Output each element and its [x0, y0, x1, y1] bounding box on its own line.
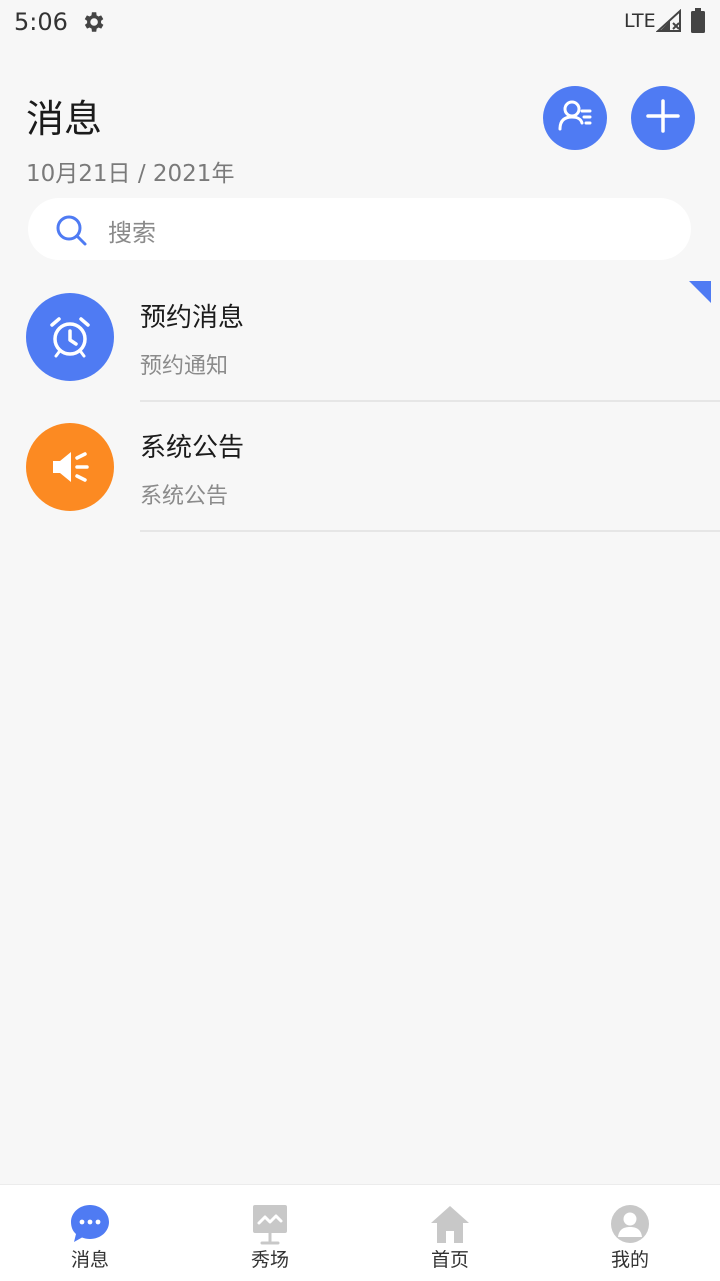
signal-icon — [655, 8, 682, 33]
contacts-button[interactable] — [543, 86, 607, 150]
message-title: 系统公告 — [140, 433, 245, 463]
tab-label: 秀场 — [250, 1249, 289, 1271]
tab-label: 我的 — [610, 1249, 649, 1271]
message-item-announcement[interactable]: 系统公告 系统公告 — [0, 402, 720, 532]
divider — [140, 530, 720, 532]
tab-profile[interactable]: 我的 — [540, 1185, 720, 1281]
tab-messages[interactable]: 消息 — [0, 1185, 180, 1281]
message-title: 预约消息 — [140, 303, 245, 333]
page-date: 10月21日 / 2021年 — [26, 161, 235, 187]
profile-icon — [609, 1203, 651, 1245]
battery-icon — [690, 8, 706, 34]
network-type: LTE — [624, 10, 656, 32]
message-subtitle: 预约通知 — [140, 354, 229, 379]
tab-show[interactable]: 秀场 — [180, 1185, 360, 1281]
search-icon — [54, 213, 88, 247]
tab-label: 首页 — [430, 1249, 469, 1271]
add-button[interactable] — [631, 86, 695, 150]
plus-icon — [644, 97, 682, 139]
tab-label: 消息 — [70, 1249, 109, 1271]
status-time: 5:06 — [14, 8, 68, 36]
tab-home[interactable]: 首页 — [360, 1185, 540, 1281]
speaker-icon — [26, 423, 114, 511]
status-bar: 5:06 LTE — [0, 0, 720, 44]
unread-corner-icon — [689, 281, 711, 303]
search-bar[interactable]: 搜索 — [28, 198, 691, 260]
chat-bubble-icon — [69, 1203, 111, 1245]
search-placeholder: 搜索 — [108, 219, 156, 247]
settings-gear-icon — [80, 9, 106, 35]
page-title: 消息 — [26, 97, 103, 141]
alarm-clock-icon — [26, 293, 114, 381]
presentation-board-icon — [249, 1203, 291, 1245]
bottom-tab-bar: 消息 秀场 首页 我的 — [0, 1184, 720, 1281]
home-icon — [429, 1203, 471, 1245]
message-item-appointment[interactable]: 预约消息 预约通知 — [0, 272, 720, 402]
message-subtitle: 系统公告 — [140, 484, 229, 509]
contacts-icon — [555, 96, 595, 140]
